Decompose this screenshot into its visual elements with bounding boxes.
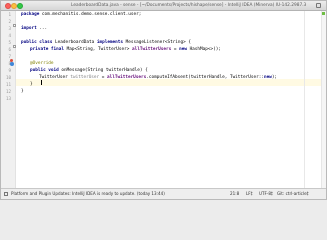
class-decl-rest: MessageListener<String> { bbox=[123, 40, 192, 45]
method-call: .computeIfAbsent(twitterHandle, TwitterU… bbox=[146, 75, 264, 80]
line-number: 10 bbox=[5, 75, 11, 80]
line-number: 13 bbox=[5, 96, 11, 101]
implements-marker-icon[interactable] bbox=[10, 62, 14, 66]
text-caret bbox=[41, 80, 42, 85]
local-variable: twitterUser bbox=[70, 75, 100, 80]
field-init: HashMap<>(); bbox=[186, 47, 221, 52]
line-number: 12 bbox=[5, 89, 11, 94]
operator: = bbox=[171, 47, 180, 52]
error-stripe[interactable] bbox=[321, 11, 326, 191]
class-name: LeaderboardData bbox=[52, 40, 97, 45]
code-line-import: import ... bbox=[21, 25, 47, 32]
method-signature: onMessage(String twitterHandle) { bbox=[58, 68, 148, 73]
maximize-window-button[interactable] bbox=[17, 3, 23, 9]
keyword: implements bbox=[96, 40, 124, 45]
code-editor[interactable] bbox=[16, 11, 326, 191]
folded-imports[interactable]: ... bbox=[37, 26, 47, 31]
keyword: private final bbox=[30, 47, 64, 52]
ide-window: LeaderboardData.java - sense - [~/Docume… bbox=[0, 0, 327, 200]
vcs-widget[interactable]: Git: ctrl-article‡ bbox=[277, 189, 309, 199]
code-line-close-class: } bbox=[21, 89, 24, 94]
line-separator[interactable]: LF‡ bbox=[246, 189, 253, 199]
code-line-package: package com.mechanitis.demo.sense.client… bbox=[21, 11, 141, 18]
line-number: 11 bbox=[5, 82, 11, 87]
window-title: LeaderboardData.java - sense - [~/Docume… bbox=[71, 3, 306, 8]
file-encoding[interactable]: UTF-8‡ bbox=[259, 189, 273, 199]
keyword: new bbox=[263, 75, 272, 80]
inspection-ok-icon[interactable] bbox=[322, 12, 325, 15]
line-number: 9 bbox=[8, 68, 11, 73]
code-line-method: public void onMessage(String twitterHand… bbox=[30, 67, 148, 74]
line-number: 5 bbox=[8, 40, 11, 45]
keyword: package bbox=[21, 12, 40, 17]
fullscreen-icon[interactable] bbox=[316, 3, 321, 8]
code-line-body: TwitterUser twitterUser = allTwitterUser… bbox=[39, 74, 277, 81]
line-number: 3 bbox=[8, 26, 11, 31]
keyword: import bbox=[21, 26, 37, 31]
status-bar: Platform and Plugin Updates: IntelliJ ID… bbox=[1, 188, 326, 199]
keyword: new bbox=[179, 47, 187, 52]
line-number-gutter[interactable]: 1 2 3 4 5 6 7 8 9 10 11 12 13 bbox=[1, 11, 16, 191]
status-message[interactable]: Platform and Plugin Updates: IntelliJ ID… bbox=[11, 189, 165, 199]
code-line-annotation: @Override bbox=[30, 61, 54, 66]
line-number: 4 bbox=[8, 33, 11, 38]
field-name: allTwitterUsers bbox=[132, 47, 172, 52]
field-type: Map<String, TwitterUser> bbox=[64, 47, 132, 52]
line-number: 6 bbox=[8, 47, 11, 52]
code-line-class: public class LeaderboardData implements … bbox=[21, 39, 191, 46]
operator: = bbox=[99, 75, 108, 80]
package-name: com.mechanitis.demo.sense.client.user; bbox=[39, 12, 142, 17]
line-number: 1 bbox=[8, 12, 11, 17]
line-number: 2 bbox=[8, 19, 11, 24]
call-end: ); bbox=[271, 75, 278, 80]
override-marker-icon[interactable] bbox=[10, 59, 13, 62]
line-number: 7 bbox=[8, 54, 11, 59]
fold-toggle-icon[interactable] bbox=[13, 24, 16, 27]
code-line-close-method: } bbox=[30, 82, 33, 87]
fold-toggle-icon[interactable] bbox=[13, 45, 16, 48]
keyword: public void bbox=[30, 68, 59, 73]
title-bar: LeaderboardData.java - sense - [~/Docume… bbox=[1, 1, 326, 11]
var-type: TwitterUser bbox=[39, 75, 71, 80]
tool-windows-icon[interactable] bbox=[4, 192, 8, 196]
keyword: public class bbox=[21, 40, 53, 45]
caret-position[interactable]: 21:8 bbox=[230, 189, 239, 199]
right-margin-guide bbox=[304, 11, 305, 191]
field-reference: allTwitterUsers bbox=[107, 75, 147, 80]
code-line-field: private final Map<String, TwitterUser> a… bbox=[30, 46, 221, 53]
